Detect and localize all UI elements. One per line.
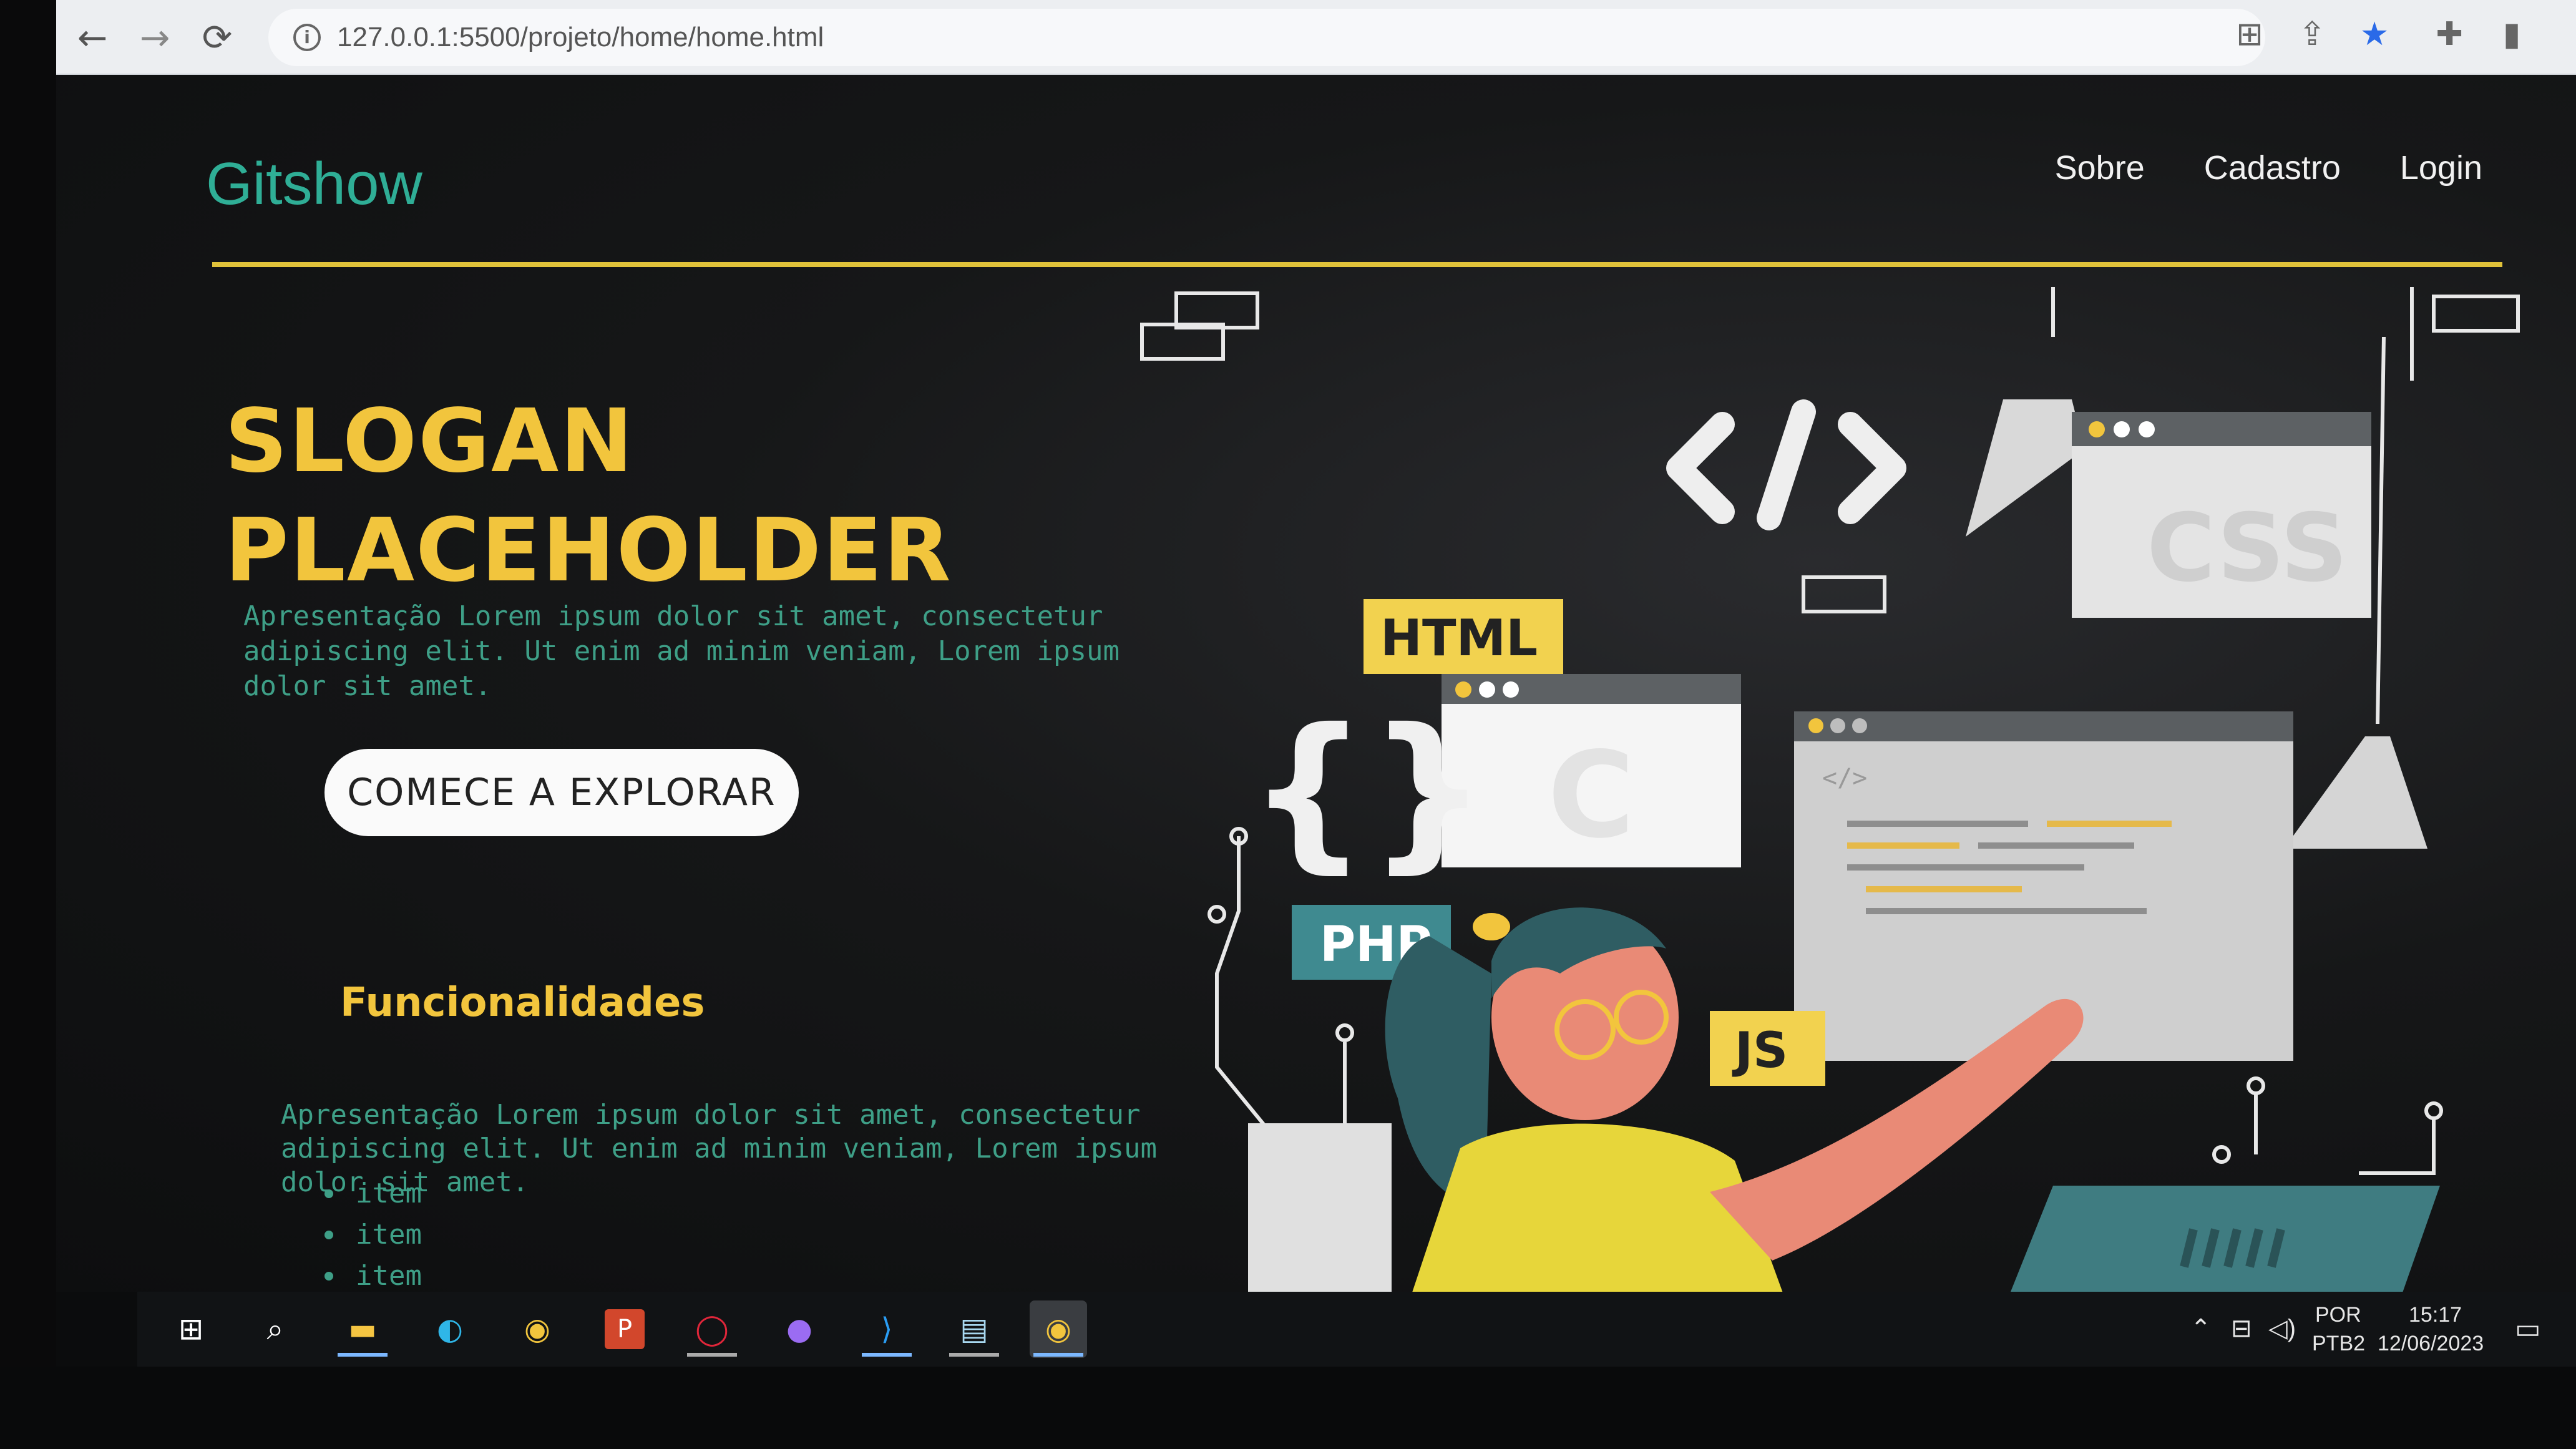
share-icon[interactable]: ⇪ bbox=[2290, 12, 2334, 56]
brand-logo[interactable]: Gitshow bbox=[206, 150, 422, 218]
powerpoint-icon[interactable]: P bbox=[596, 1300, 653, 1358]
tray-chevron-icon[interactable]: ⌃ bbox=[2190, 1314, 2212, 1343]
browser-toolbar: ← → ⟳ i 127.0.0.1:5500/projeto/home/home… bbox=[56, 0, 2576, 75]
nav-link-sobre[interactable]: Sobre bbox=[2055, 149, 2145, 187]
web-page: Gitshow Sobre Cadastro Login SLOGAN PLAC… bbox=[56, 75, 2576, 1298]
language-indicator[interactable]: POR bbox=[2315, 1303, 2361, 1327]
css-window: CSS bbox=[1966, 399, 2371, 618]
slogan-line-2: PLACEHOLDER bbox=[225, 500, 952, 602]
desk-block bbox=[1248, 1123, 1392, 1298]
windows-start-icon[interactable]: ⊞ bbox=[162, 1300, 220, 1358]
nav-link-cadastro[interactable]: Cadastro bbox=[2204, 149, 2341, 187]
html-label: HTML bbox=[1380, 609, 1538, 667]
network-icon[interactable]: ⊟ bbox=[2231, 1314, 2252, 1343]
hero-slogan: SLOGAN PLACEHOLDER bbox=[225, 387, 1036, 605]
monitor-bezel-bottom bbox=[0, 1367, 2576, 1449]
translate-icon[interactable]: ⊞ bbox=[2228, 12, 2271, 56]
search-icon[interactable]: ⌕ bbox=[246, 1300, 304, 1358]
hero-illustration: CSS HTML C {} </> PHP JS bbox=[1140, 287, 2520, 1298]
notepad-icon[interactable]: ▤ bbox=[945, 1300, 1003, 1358]
extensions-icon[interactable]: ✚ bbox=[2427, 12, 2471, 56]
clock-time[interactable]: 15:17 bbox=[2409, 1303, 2462, 1327]
js-label: JS bbox=[1732, 1023, 1788, 1079]
file-explorer-icon[interactable]: ▬ bbox=[334, 1300, 391, 1358]
chrome-browser-icon[interactable]: ◉ bbox=[509, 1300, 566, 1358]
discord-like-icon[interactable]: ● bbox=[771, 1300, 828, 1358]
back-button[interactable]: ← bbox=[69, 14, 116, 61]
monitor-bezel-left bbox=[0, 0, 56, 1449]
list-item: item bbox=[318, 1256, 422, 1297]
notification-icon[interactable]: ▭ bbox=[2515, 1313, 2541, 1345]
windows-taskbar: ⊞ ⌕ ▬ ◐ ◉ P ◯ ● ⟩ ▤ ◉ ⌃ ⊟ ◁) POR PTB2 15… bbox=[137, 1292, 2576, 1367]
site-info-icon[interactable]: i bbox=[293, 24, 321, 51]
list-item: item bbox=[318, 1173, 422, 1214]
list-item: item bbox=[318, 1214, 422, 1256]
opera-browser-icon[interactable]: ◯ bbox=[683, 1300, 741, 1358]
top-navigation: Sobre Cadastro Login bbox=[2055, 149, 2482, 187]
laptop-shape bbox=[2008, 1186, 2440, 1298]
braces-symbol: {} bbox=[1248, 692, 1488, 889]
features-list: item item item bbox=[318, 1173, 422, 1297]
explore-button[interactable]: COMECE A EXPLORAR bbox=[324, 749, 799, 836]
volume-icon[interactable]: ◁) bbox=[2268, 1314, 2296, 1343]
side-panel-icon[interactable]: ▮ bbox=[2490, 12, 2534, 56]
bookmark-star-icon[interactable]: ★ bbox=[2353, 12, 2396, 56]
chrome-active-icon[interactable]: ◉ bbox=[1030, 1300, 1087, 1358]
header-divider bbox=[212, 262, 2502, 267]
edge-browser-icon[interactable]: ◐ bbox=[421, 1300, 479, 1358]
c-label: C bbox=[1548, 726, 1634, 864]
code-tag-label: </> bbox=[1822, 764, 1867, 793]
code-brackets-icon bbox=[1666, 399, 1906, 530]
css-label: CSS bbox=[2147, 494, 2348, 603]
forward-button[interactable]: → bbox=[131, 14, 178, 61]
hero-intro-text: Apresentação Lorem ipsum dolor sit amet,… bbox=[243, 600, 1120, 702]
clock-date[interactable]: 12/06/2023 bbox=[2378, 1332, 2484, 1356]
nav-link-login[interactable]: Login bbox=[2400, 149, 2482, 187]
address-url[interactable]: 127.0.0.1:5500/projeto/home/home.html bbox=[337, 22, 824, 53]
reload-button[interactable]: ⟳ bbox=[193, 14, 241, 61]
features-title: Funcionalidades bbox=[340, 980, 705, 1026]
address-bar[interactable]: i 127.0.0.1:5500/projeto/home/home.html bbox=[268, 9, 2265, 66]
slogan-line-1: SLOGAN bbox=[225, 391, 635, 492]
vscode-icon[interactable]: ⟩ bbox=[858, 1300, 915, 1358]
keyboard-layout[interactable]: PTB2 bbox=[2312, 1332, 2365, 1356]
